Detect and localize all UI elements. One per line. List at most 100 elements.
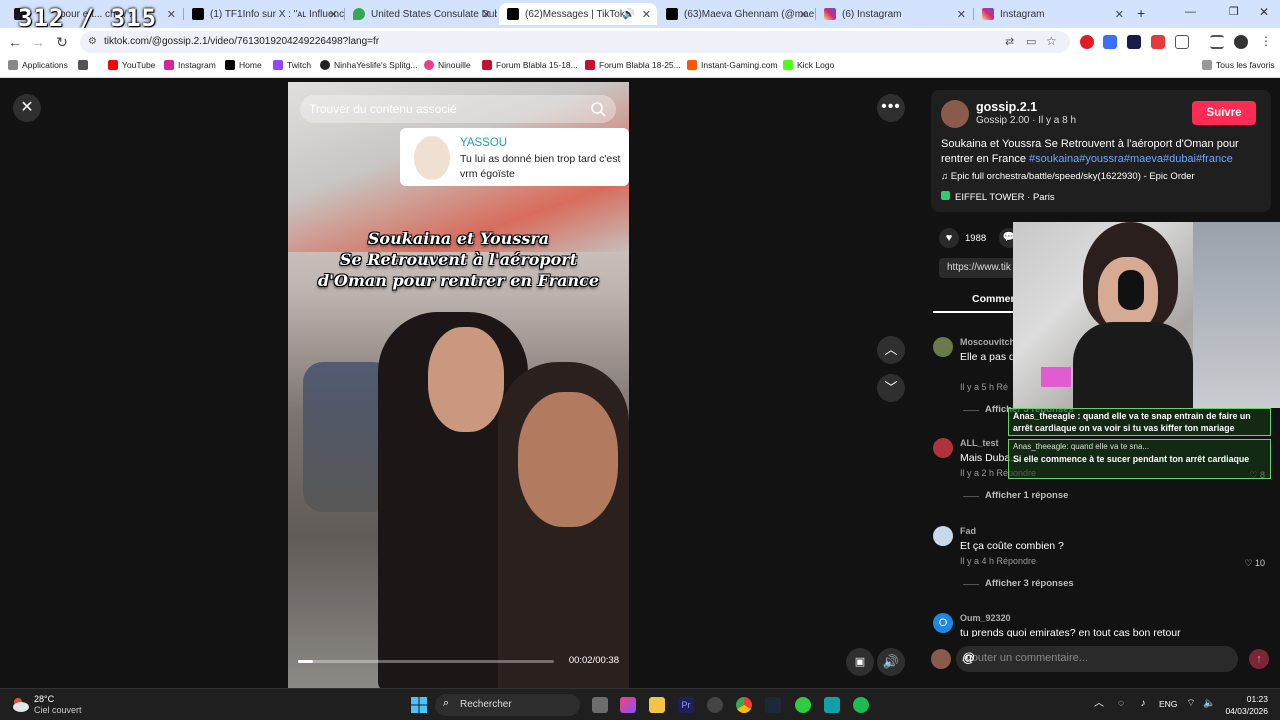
floating-player-button[interactable]: ▣: [846, 648, 874, 676]
tab-tiktok-messages[interactable]: (62)Messages | TikTok 🔊 ✕: [499, 3, 657, 25]
close-icon[interactable]: ✕: [957, 8, 966, 21]
avatar[interactable]: [933, 526, 953, 546]
tab-tiktok-maeva[interactable]: (63)Maeva Ghennam (@maeva... ✕: [658, 3, 814, 25]
bookmark-forum-15-18[interactable]: Forum Blabla 15-18...: [482, 60, 578, 70]
new-tab-button[interactable]: +: [1137, 5, 1145, 21]
playlist-icon[interactable]: [1210, 35, 1224, 49]
forward-button[interactable]: →: [29, 33, 47, 51]
video-player[interactable]: Trouver du contenu associé YASSOU Tu lui…: [288, 82, 629, 688]
bookmark-home[interactable]: Home: [225, 60, 262, 70]
comment-username[interactable]: Moscouvitch: [960, 337, 1015, 347]
taskbar-search-box[interactable]: ⌕ Rechercher: [435, 694, 580, 716]
app-icon[interactable]: [707, 697, 723, 713]
comment-input[interactable]: Ajouter un commentaire... @ ☺: [956, 646, 1238, 672]
comment-username[interactable]: ALL_test: [960, 438, 999, 448]
like-button[interactable]: ♥ 1988: [939, 228, 986, 248]
task-view-icon[interactable]: [592, 697, 608, 713]
comment-like-count[interactable]: ♡ 10: [1244, 558, 1265, 569]
extension-icon[interactable]: [1127, 35, 1141, 49]
bookmark-youtube[interactable]: YouTube: [108, 60, 155, 70]
bookmark-twitch[interactable]: Twitch: [273, 60, 311, 70]
close-icon[interactable]: ✕: [642, 8, 651, 21]
clock-date[interactable]: 04/03/2026: [1198, 706, 1268, 716]
bookmark-instant-gaming[interactable]: Instant-Gaming.com: [687, 60, 778, 70]
app-icon[interactable]: [620, 697, 636, 713]
cast-icon[interactable]: ▭: [1026, 35, 1036, 48]
bookmark-kick[interactable]: Kick Logo: [783, 60, 834, 70]
tab-comments[interactable]: Commen: [972, 293, 1017, 305]
location-info[interactable]: EIFFEL TOWER · Paris: [941, 191, 1055, 203]
bookmark-apps-grid[interactable]: [78, 60, 92, 70]
extension-icon[interactable]: [1103, 35, 1117, 49]
avatar[interactable]: O: [933, 613, 953, 633]
puzzle-icon[interactable]: [1175, 35, 1189, 49]
search-icon[interactable]: [590, 101, 606, 117]
wifi-icon[interactable]: ⌔: [1185, 698, 1197, 710]
profile-avatar[interactable]: [1234, 35, 1248, 49]
show-replies-link[interactable]: Afficher 1 réponse: [962, 490, 1068, 501]
reload-button[interactable]: ↻: [53, 33, 71, 51]
tab-x-2[interactable]: (1) TF1Info sur X : "ᴀʟ Influence... ✕: [184, 3, 344, 25]
clock-time[interactable]: 01:23: [1222, 694, 1268, 704]
close-icon[interactable]: ✕: [329, 8, 338, 21]
spotify-icon[interactable]: [853, 697, 869, 713]
post-comment-button[interactable]: ↑: [1249, 649, 1269, 669]
bookmark-ninouille[interactable]: Ninouille: [424, 60, 471, 70]
close-icon[interactable]: ✕: [1115, 8, 1124, 21]
tab-maps[interactable]: United States Consulate Dubai ✕: [345, 3, 497, 25]
related-search-input[interactable]: Trouver du contenu associé: [300, 95, 616, 123]
video-progress-bar[interactable]: [298, 660, 554, 663]
weather-temperature[interactable]: 28°C: [34, 694, 54, 704]
music-info[interactable]: ♫ Epic full orchestra/battle/speed/sky(1…: [941, 171, 1195, 182]
next-video-button[interactable]: ﹀: [877, 374, 905, 402]
chrome-icon[interactable]: [736, 697, 752, 713]
author-name[interactable]: gossip.2.1: [976, 100, 1037, 114]
translate-icon[interactable]: ⇄: [1005, 35, 1014, 48]
tray-icon[interactable]: ◌: [1115, 698, 1127, 710]
previous-video-button[interactable]: ︿: [877, 336, 905, 364]
premiere-pro-icon[interactable]: Pr: [678, 697, 694, 713]
avatar[interactable]: [933, 438, 953, 458]
comment-username[interactable]: Fad: [960, 526, 976, 536]
bookmark-applications[interactable]: Applications: [8, 60, 68, 70]
url-text[interactable]: tiktok.com/@gossip.2.1/video/76130192042…: [104, 36, 379, 47]
file-explorer-icon[interactable]: [649, 697, 665, 713]
comment-username[interactable]: Oum_92320: [960, 613, 1011, 623]
app-icon[interactable]: [795, 697, 811, 713]
emoji-icon[interactable]: ☺: [962, 650, 1230, 665]
cloudy-weather-icon[interactable]: [10, 694, 30, 714]
input-language[interactable]: ENG: [1159, 699, 1177, 709]
bookmark-splitgate[interactable]: NinhaYeslife's Splitg...: [320, 60, 418, 70]
tab-instagram-1[interactable]: (6) Instagram ✕: [816, 3, 972, 25]
microphone-icon[interactable]: ♪: [1137, 698, 1149, 710]
windows-start-icon[interactable]: [411, 697, 427, 713]
avatar[interactable]: [933, 337, 953, 357]
tab-instagram-2[interactable]: Instagram ✕: [974, 3, 1130, 25]
address-bar[interactable]: ⚙ tiktok.com/@gossip.2.1/video/761301920…: [80, 31, 1070, 53]
site-info-icon[interactable]: ⚙: [88, 36, 97, 47]
steam-icon[interactable]: [765, 697, 781, 713]
close-icon[interactable]: ✕: [167, 8, 176, 21]
back-button[interactable]: ←: [6, 33, 24, 51]
app-icon[interactable]: [824, 697, 840, 713]
speaker-icon[interactable]: 🔊: [623, 9, 635, 20]
maximize-button[interactable]: ❐: [1229, 5, 1239, 18]
menu-icon[interactable]: ⋮: [1260, 34, 1272, 48]
extension-icon[interactable]: [1151, 35, 1165, 49]
bookmark-star-icon[interactable]: ☆: [1046, 34, 1057, 48]
show-replies-link[interactable]: Afficher 3 réponses: [963, 578, 1074, 589]
bookmark-instagram[interactable]: Instagram: [164, 60, 216, 70]
post-hashtags[interactable]: #soukaina#youssra#maeva#dubai#france: [1029, 153, 1233, 165]
minimize-button[interactable]: —: [1185, 6, 1196, 18]
close-icon[interactable]: ✕: [799, 8, 808, 21]
opera-extension-icon[interactable]: [1080, 35, 1094, 49]
weather-description[interactable]: Ciel couvert: [34, 705, 82, 715]
close-icon[interactable]: ✕: [482, 8, 491, 21]
close-video-button[interactable]: ✕: [13, 94, 41, 122]
volume-button[interactable]: 🔊: [877, 648, 905, 676]
more-options-button[interactable]: •••: [877, 94, 905, 122]
close-window-button[interactable]: ✕: [1259, 5, 1269, 19]
bookmark-all[interactable]: Tous les favoris: [1202, 60, 1275, 70]
show-hidden-icons-icon[interactable]: ︿: [1093, 698, 1105, 710]
bookmark-forum-18-25[interactable]: Forum Blabla 18-25...: [585, 60, 681, 70]
